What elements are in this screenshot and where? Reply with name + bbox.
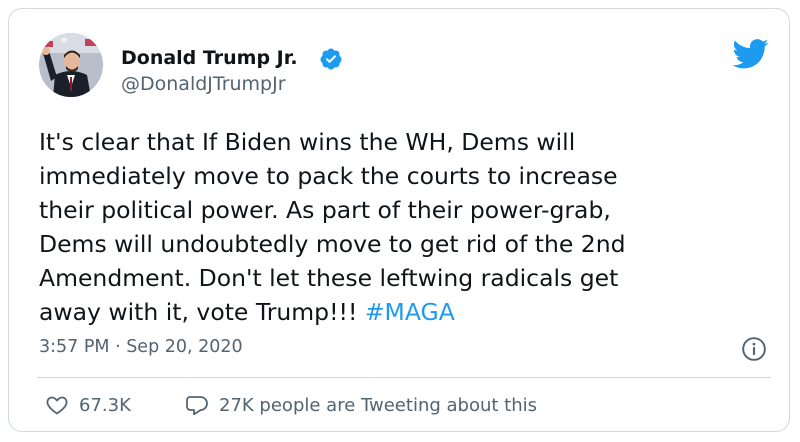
- like-count: 67.3K: [79, 394, 131, 416]
- divider: [37, 377, 771, 378]
- tweet-line: Dems will undoubtedly move to get rid of…: [39, 230, 626, 258]
- tweet-line: It's clear that If Biden wins the WH, De…: [39, 128, 576, 156]
- speech-bubble-icon: [186, 396, 208, 416]
- profile-photo-icon: [39, 33, 103, 97]
- author-handle[interactable]: @DonaldJTrumpJr: [121, 73, 286, 95]
- info-icon[interactable]: [741, 336, 767, 362]
- tweet-text: It's clear that If Biden wins the WH, De…: [39, 125, 779, 329]
- tweet-line: their political power. As part of their …: [39, 196, 611, 224]
- tweet-line: Amendment. Don't let these leftwing radi…: [39, 264, 619, 292]
- tweet-line: away with it, vote Trump!!!: [39, 298, 358, 326]
- tweet-line-last: away with it, vote Trump!!! #MAGA: [39, 295, 779, 329]
- verified-badge-icon: [320, 48, 342, 70]
- tweeting-count-label: 27K people are Tweeting about this: [219, 394, 537, 416]
- tweeting-link[interactable]: 27K people are Tweeting about this: [185, 392, 537, 418]
- avatar[interactable]: [39, 33, 103, 97]
- like-button[interactable]: 67.3K: [45, 392, 131, 418]
- author-name[interactable]: Donald Trump Jr.: [121, 47, 298, 69]
- twitter-bird-icon[interactable]: [733, 39, 769, 69]
- hashtag-link[interactable]: #MAGA: [365, 298, 455, 326]
- heart-icon: [46, 396, 68, 415]
- tweet-card[interactable]: Donald Trump Jr. @DonaldJTrumpJr It's cl…: [8, 8, 790, 432]
- tweet-line: immediately move to pack the courts to i…: [39, 162, 618, 190]
- tweet-timestamp[interactable]: 3:57 PM · Sep 20, 2020: [39, 337, 243, 357]
